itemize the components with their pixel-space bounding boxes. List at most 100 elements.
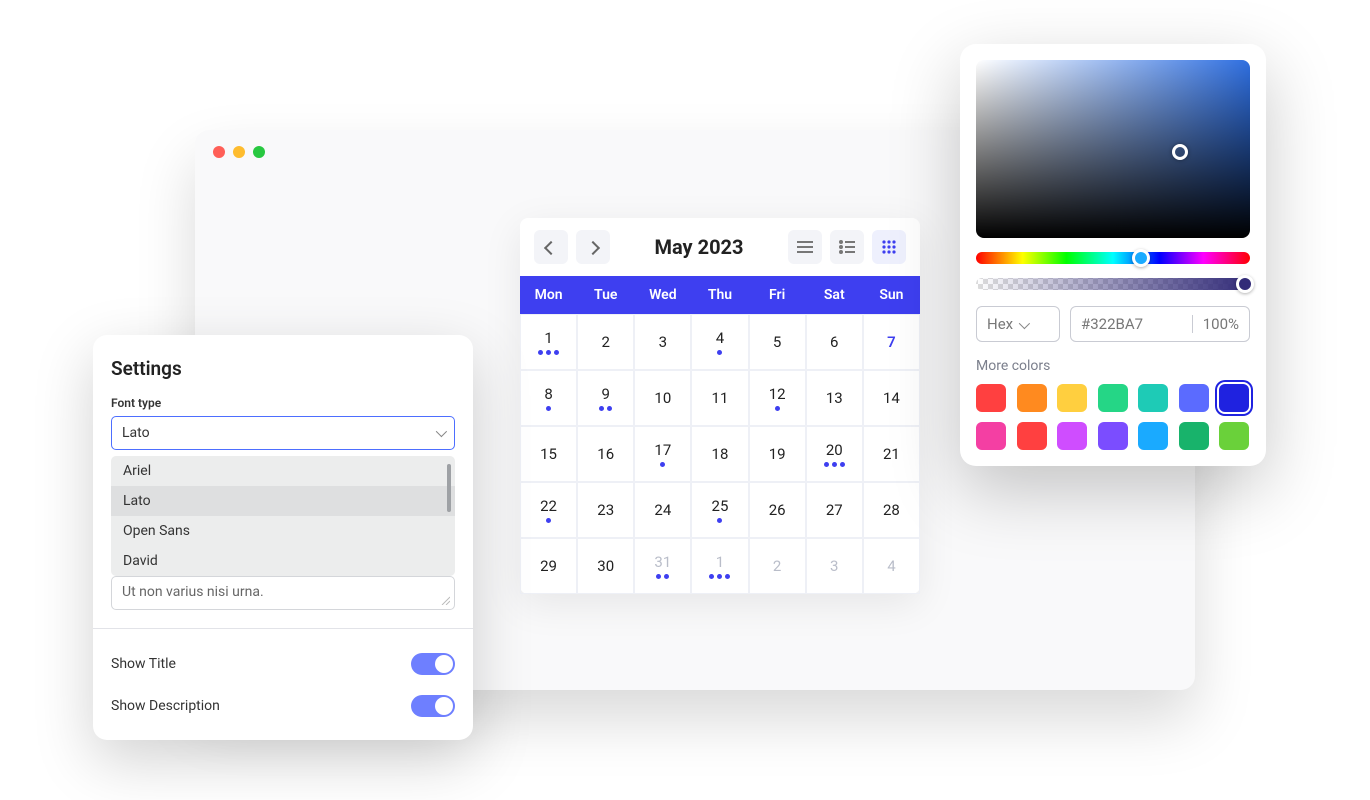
calendar-day-cell[interactable]: 23 <box>577 482 634 538</box>
calendar-day-cell[interactable]: 2 <box>577 314 634 370</box>
font-option[interactable]: Open Sans <box>111 516 455 546</box>
calendar-day-cell[interactable]: 7 <box>863 314 920 370</box>
calendar-day-cell[interactable]: 24 <box>634 482 691 538</box>
day-number: 13 <box>826 389 843 407</box>
calendar-day-cell[interactable]: 14 <box>863 370 920 426</box>
color-swatch[interactable] <box>976 422 1006 450</box>
day-number: 19 <box>769 445 786 463</box>
day-number: 10 <box>654 389 671 407</box>
color-swatch[interactable] <box>1098 422 1128 450</box>
hue-slider[interactable] <box>976 252 1250 264</box>
calendar-day-cell[interactable]: 28 <box>863 482 920 538</box>
day-number: 22 <box>540 497 557 515</box>
color-value-input[interactable]: #322BA7 100% <box>1070 306 1250 342</box>
calendar-day-cell[interactable]: 4 <box>691 314 748 370</box>
list-bullet-icon <box>839 240 855 254</box>
calendar-panel: May 2023 MonTueWedThuFriSatSun 123456789… <box>520 218 920 594</box>
calendar-view-agenda[interactable] <box>830 230 864 264</box>
day-number: 17 <box>654 441 671 459</box>
font-option[interactable]: Lato <box>111 486 455 516</box>
color-swatch[interactable] <box>1017 422 1047 450</box>
calendar-day-cell[interactable]: 16 <box>577 426 634 482</box>
calendar-day-headers: MonTueWedThuFriSatSun <box>520 276 920 314</box>
color-swatch[interactable] <box>1219 384 1249 412</box>
calendar-day-cell[interactable]: 30 <box>577 538 634 594</box>
description-textarea[interactable]: Ut non varius nisi urna. <box>111 576 455 610</box>
maximize-window[interactable] <box>253 146 265 158</box>
calendar-day-cell[interactable]: 2 <box>749 538 806 594</box>
color-swatch[interactable] <box>1179 422 1209 450</box>
calendar-day-cell[interactable]: 21 <box>863 426 920 482</box>
calendar-day-cell[interactable]: 31 <box>634 538 691 594</box>
calendar-day-header: Wed <box>634 276 691 314</box>
calendar-day-cell[interactable]: 5 <box>749 314 806 370</box>
calendar-view-list[interactable] <box>788 230 822 264</box>
color-swatch[interactable] <box>1219 422 1249 450</box>
color-format-select[interactable]: Hex <box>976 306 1060 342</box>
show-description-row: Show Description <box>111 685 455 727</box>
calendar-day-cell[interactable]: 6 <box>806 314 863 370</box>
calendar-day-cell[interactable]: 18 <box>691 426 748 482</box>
calendar-day-cell[interactable]: 22 <box>520 482 577 538</box>
calendar-day-cell[interactable]: 1 <box>520 314 577 370</box>
color-swatch[interactable] <box>1057 422 1087 450</box>
event-dots <box>546 518 551 523</box>
alpha-thumb[interactable] <box>1236 275 1254 293</box>
calendar-day-cell[interactable]: 4 <box>863 538 920 594</box>
hue-thumb[interactable] <box>1132 249 1150 267</box>
calendar-day-cell[interactable]: 12 <box>749 370 806 426</box>
show-title-label: Show Title <box>111 656 176 672</box>
calendar-day-cell[interactable]: 9 <box>577 370 634 426</box>
window-controls <box>213 146 265 158</box>
calendar-day-cell[interactable]: 20 <box>806 426 863 482</box>
calendar-day-cell[interactable]: 3 <box>806 538 863 594</box>
calendar-day-cell[interactable]: 27 <box>806 482 863 538</box>
color-swatch[interactable] <box>1179 384 1209 412</box>
calendar-day-cell[interactable]: 19 <box>749 426 806 482</box>
day-number: 23 <box>597 501 614 519</box>
divider <box>93 628 473 629</box>
calendar-day-cell[interactable]: 11 <box>691 370 748 426</box>
calendar-next-button[interactable] <box>576 230 610 264</box>
calendar-day-cell[interactable]: 10 <box>634 370 691 426</box>
event-dots <box>656 574 669 579</box>
calendar-view-grid[interactable] <box>872 230 906 264</box>
minimize-window[interactable] <box>233 146 245 158</box>
show-title-row: Show Title <box>111 643 455 685</box>
color-swatch[interactable] <box>1138 422 1168 450</box>
day-number: 9 <box>601 385 609 403</box>
saturation-value-picker[interactable] <box>976 60 1250 238</box>
event-dots <box>538 350 559 355</box>
color-swatch[interactable] <box>1057 384 1087 412</box>
calendar-day-cell[interactable]: 29 <box>520 538 577 594</box>
show-title-toggle[interactable] <box>411 653 455 675</box>
font-option[interactable]: Ariel <box>111 456 455 486</box>
calendar-day-cell[interactable]: 1 <box>691 538 748 594</box>
calendar-day-cell[interactable]: 25 <box>691 482 748 538</box>
calendar-day-cell[interactable]: 3 <box>634 314 691 370</box>
color-value-row: Hex #322BA7 100% <box>976 306 1250 342</box>
font-select[interactable]: Lato <box>111 416 455 450</box>
calendar-prev-button[interactable] <box>534 230 568 264</box>
calendar-day-cell[interactable]: 8 <box>520 370 577 426</box>
settings-title: Settings <box>111 357 455 380</box>
separator <box>1192 315 1193 333</box>
more-colors-label: More colors <box>976 358 1250 374</box>
color-swatch[interactable] <box>1098 384 1128 412</box>
settings-panel: Settings Font type Lato ArielLatoOpen Sa… <box>93 335 473 740</box>
close-window[interactable] <box>213 146 225 158</box>
calendar-day-cell[interactable]: 17 <box>634 426 691 482</box>
show-description-toggle[interactable] <box>411 695 455 717</box>
dropdown-scrollbar[interactable] <box>447 464 451 512</box>
font-option[interactable]: David <box>111 546 455 576</box>
calendar-day-cell[interactable]: 13 <box>806 370 863 426</box>
color-swatch[interactable] <box>1017 384 1047 412</box>
color-swatch[interactable] <box>1138 384 1168 412</box>
color-cursor[interactable] <box>1172 144 1188 160</box>
calendar-day-header: Sat <box>806 276 863 314</box>
calendar-grid: 1234567891011121314151617181920212223242… <box>520 314 920 594</box>
color-swatch[interactable] <box>976 384 1006 412</box>
calendar-day-cell[interactable]: 26 <box>749 482 806 538</box>
alpha-slider[interactable] <box>976 278 1250 290</box>
calendar-day-cell[interactable]: 15 <box>520 426 577 482</box>
